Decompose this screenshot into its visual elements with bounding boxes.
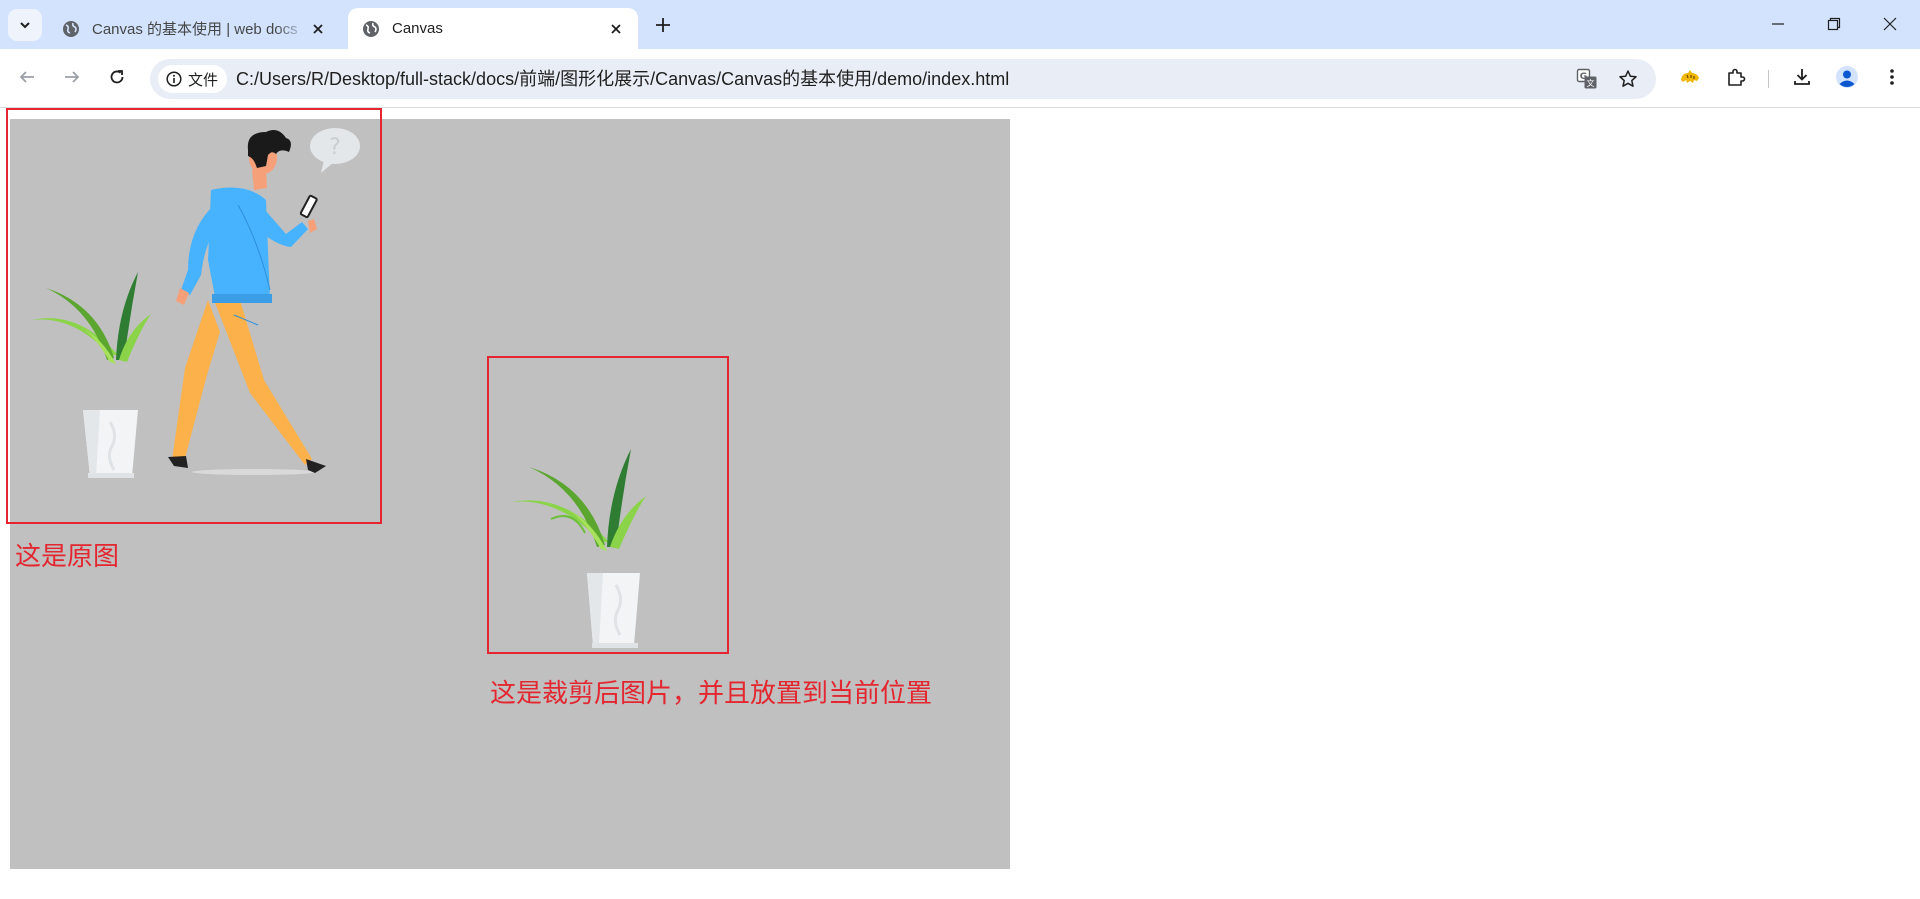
reload-icon [110,70,124,84]
original-image-frame [6,108,382,524]
chevron-down-icon [20,22,30,29]
browser-menu-button[interactable] [1878,63,1906,91]
browser-toolbar: 文件 C:/Users/R/Desktop/full-stack/docs/前端… [0,49,1920,108]
forward-button[interactable] [56,61,88,93]
plus-icon [656,18,670,32]
translate-button[interactable]: G文 [1575,67,1599,91]
restore-icon [1827,17,1841,31]
extension-button[interactable] [1676,63,1704,91]
close-icon [1883,17,1897,31]
downloads-button[interactable] [1788,63,1816,91]
minimize-icon [1772,23,1784,25]
toolbar-separator [1768,70,1769,88]
tab-title: Canvas [392,20,443,37]
svg-text:文: 文 [1587,78,1595,88]
globe-icon [363,20,379,37]
address-bar[interactable]: 文件 C:/Users/R/Desktop/full-stack/docs/前端… [150,59,1656,99]
site-info-chip[interactable]: 文件 [158,65,228,93]
new-tab-button[interactable] [650,12,676,38]
star-icon [1619,70,1637,87]
tab-canvas-docs[interactable]: Canvas 的基本使用 | web docs [48,8,340,49]
site-info-label: 文件 [188,71,219,89]
download-icon [1794,69,1810,85]
close-icon [611,23,621,34]
arrow-right-icon [65,71,80,83]
cropped-caption: 这是裁剪后图片，并且放置到当前位置 [490,678,933,708]
tiger-extension-icon [1681,70,1699,83]
translate-icon: G文 [1576,68,1597,89]
more-vertical-icon [1890,69,1894,85]
puzzle-icon [1728,68,1746,86]
globe-icon [63,20,79,37]
arrow-left-icon [19,71,34,83]
tab-close-button[interactable] [308,19,328,39]
tab-strip: Canvas 的基本使用 | web docs Canvas [0,0,1920,49]
close-icon [313,23,323,34]
tab-title: Canvas 的基本使用 | web docs [92,21,298,38]
tab-search-button[interactable] [8,9,42,41]
tab-canvas[interactable]: Canvas [348,8,638,49]
url-text[interactable]: C:/Users/R/Desktop/full-stack/docs/前端/图形… [236,59,1009,99]
extensions-menu-button[interactable] [1722,63,1750,91]
close-window-button[interactable] [1866,6,1914,42]
cropped-image-frame [487,356,729,654]
minimize-button[interactable] [1754,6,1802,42]
info-icon [166,71,182,87]
tab-close-button[interactable] [606,19,626,39]
reload-button[interactable] [101,61,133,93]
restore-button[interactable] [1810,6,1858,42]
back-button[interactable] [11,61,43,93]
avatar-icon [1836,66,1858,88]
profile-button[interactable] [1833,63,1861,91]
original-caption: 这是原图 [15,541,120,571]
bookmark-button[interactable] [1616,67,1640,91]
